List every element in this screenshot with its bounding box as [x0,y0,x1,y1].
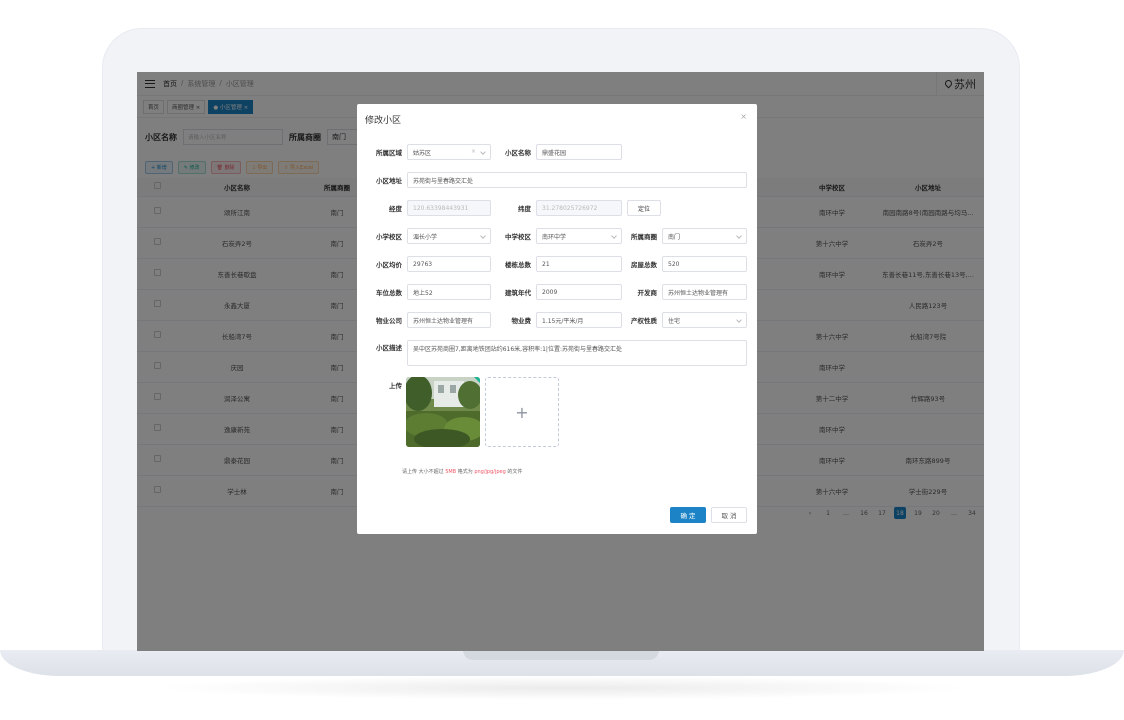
upload-tip-suffix: 的文件 [507,469,523,475]
close-icon[interactable]: × [740,112,747,121]
upload-label: 上传 [389,382,402,390]
address-input[interactable]: 苏苑街与里春路交汇处 [407,172,747,188]
edit-community-dialog: 修改小区 × 所属区域 姑苏区 × 小区名称 鼎盛花园 小区地址 苏苑街与里春路交… [357,104,757,534]
ownership-label: 产权性质 [631,317,657,325]
price-label: 小区均价 [376,261,402,269]
houses-label: 房屋总数 [631,261,657,269]
address-label: 小区地址 [376,177,402,185]
lat-label: 纬度 [518,205,531,213]
area-select[interactable]: 姑苏区 × [407,144,491,160]
cancel-button[interactable]: 取 消 [711,507,747,523]
price-input[interactable]: 29763 [407,256,491,272]
laptop-shadow [150,676,974,700]
lat-input: 31.278025726972 [536,200,622,216]
parking-input[interactable]: 地上52 [407,284,491,300]
year-input[interactable]: 2009 [536,284,622,300]
middle-select[interactable]: 南环中学 [536,228,622,244]
fee-label: 物业费 [511,317,532,325]
buildings-label: 楼栋总数 [505,261,531,269]
ownership-select[interactable]: 住宅 [662,312,747,328]
uploaded-photo[interactable] [406,377,480,447]
primary-label: 小学校区 [376,233,402,241]
developer-input[interactable]: 苏州恒土达物业管理有 [662,284,747,300]
lng-label: 经度 [389,205,402,213]
property-label: 物业公司 [376,317,402,325]
upload-add-button[interactable]: + [485,377,559,447]
form-row-stats: 小区均价 29763 楼栋总数 21 房屋总数 520 [357,256,747,272]
app-screen: 首页 / 系统管理 / 小区管理 苏州 首页 商圈管理 × ● 小区管理 × 小… [137,72,984,651]
district-select[interactable]: 南门 [662,228,747,244]
lng-input: 120.63398443931 [407,200,491,216]
form-row-address: 小区地址 苏苑街与里春路交汇处 [357,172,747,188]
form-row-schools: 小学校区 湄长小学 中学校区 南环中学 所属商圈 南门 [357,228,747,244]
form-row-area: 所属区域 姑苏区 × 小区名称 鼎盛花园 [357,144,622,160]
upload-tip-formats: png/jpg/jpeg [474,469,506,475]
primary-select[interactable]: 湄长小学 [407,228,491,244]
dialog-title: 修改小区 [365,116,402,126]
garden-photo-image [406,377,480,447]
locate-button[interactable]: 定位 [627,200,661,216]
area-label: 所属区域 [376,149,402,157]
form-row-parking: 车位总数 地上52 建筑年代 2009 开发商 苏州恒土达物业管理有 [357,284,747,300]
confirm-button[interactable]: 确 定 [670,507,706,523]
fee-input[interactable]: 1.15元/平米/月 [536,312,622,328]
area-value: 姑苏区 [413,149,432,157]
form-row-upload: 上传 [357,380,402,390]
laptop-notch [463,650,659,660]
middle-label: 中学校区 [505,233,531,241]
parking-label: 车位总数 [376,289,402,297]
form-row-desc: 小区描述 [357,342,402,352]
houses-input[interactable]: 520 [662,256,747,272]
clear-icon[interactable]: × [471,148,476,155]
form-row-coords: 经度 120.63398443931 纬度 31.278025726972 定位 [357,200,661,216]
desc-label: 小区描述 [376,344,402,352]
upload-tip-prefix: 请上传 大小不超过 [402,469,444,475]
laptop-mockup: 首页 / 系统管理 / 小区管理 苏州 首页 商圈管理 × ● 小区管理 × 小… [0,0,1124,720]
property-input[interactable]: 苏州恒土达物业管理有 [407,312,491,328]
name-label: 小区名称 [505,149,531,157]
form-row-property: 物业公司 苏州恒土达物业管理有 物业费 1.15元/平米/月 产权性质 住宅 [357,312,747,328]
district-label: 所属商圈 [631,233,657,241]
upload-tip: 请上传 大小不超过 5MB 格式为 png/jpg/jpeg 的文件 [402,468,522,475]
year-label: 建筑年代 [505,289,531,297]
upload-tip-mid: 格式为 [457,469,473,475]
developer-label: 开发商 [637,289,658,297]
buildings-input[interactable]: 21 [536,256,622,272]
upload-tip-size: 5MB [445,469,457,475]
name-input[interactable]: 鼎盛花园 [536,144,622,160]
desc-textarea[interactable]: 吴中区苏苑商圈7,距离地铁团站约616米,容积率:1|位置:苏苑街与里春路交汇处 [407,340,747,366]
